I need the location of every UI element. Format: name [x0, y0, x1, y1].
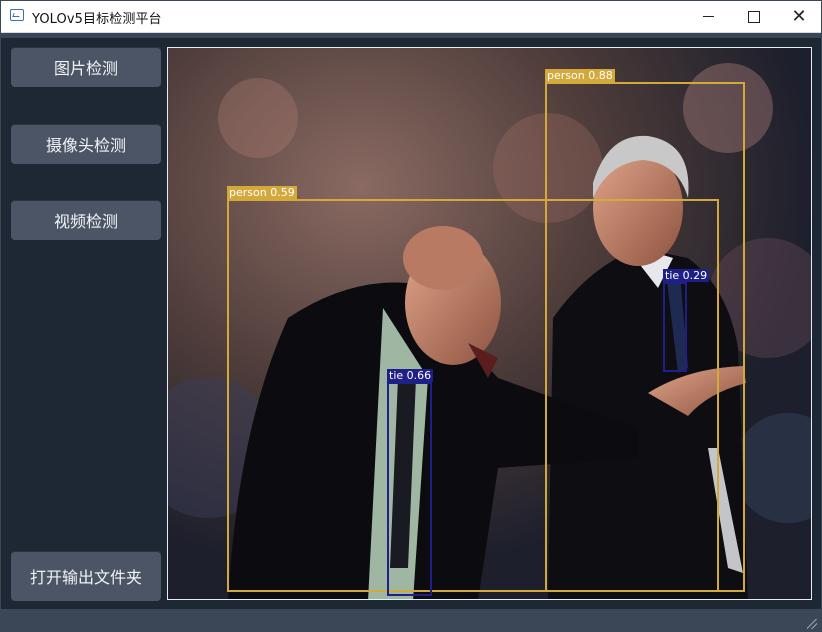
- video-detect-button[interactable]: 视频检测: [11, 200, 161, 240]
- detection-box-tie-2: [663, 282, 687, 372]
- minimize-icon: [702, 16, 714, 17]
- image-detect-button[interactable]: 图片检测: [11, 47, 161, 87]
- maximize-button[interactable]: [731, 1, 777, 32]
- detection-label-person-1: person 0.88: [545, 69, 615, 82]
- detection-image-viewer: person 0.88 person 0.59 tie 0.66 tie 0.2…: [167, 47, 812, 600]
- detection-label-tie-1: tie 0.66: [387, 369, 434, 382]
- title-bar[interactable]: YOLOv5目标检测平台 ✕: [1, 1, 821, 33]
- detection-label-person-2: person 0.59: [227, 186, 297, 199]
- close-button[interactable]: ✕: [776, 1, 822, 32]
- window-title: YOLOv5目标检测平台: [32, 12, 162, 27]
- detection-label-tie-2: tie 0.29: [663, 269, 710, 282]
- minimize-button[interactable]: [685, 1, 731, 32]
- detection-box-person-2: [227, 199, 719, 592]
- close-icon: ✕: [791, 5, 807, 27]
- open-output-folder-button[interactable]: 打开输出文件夹: [11, 551, 161, 601]
- resize-grip-icon[interactable]: [807, 619, 817, 629]
- app-window: YOLOv5目标检测平台 ✕ 图片检测 摄像头检测 视频检测 打开输出文件夹 p…: [0, 0, 822, 632]
- sidebar: 图片检测 摄像头检测 视频检测 打开输出文件夹: [1, 38, 167, 609]
- camera-detect-button[interactable]: 摄像头检测: [11, 124, 161, 164]
- maximize-icon: [748, 10, 760, 23]
- detection-box-tie-1: [387, 382, 432, 596]
- app-icon: [10, 9, 24, 21]
- status-bar: [1, 609, 821, 632]
